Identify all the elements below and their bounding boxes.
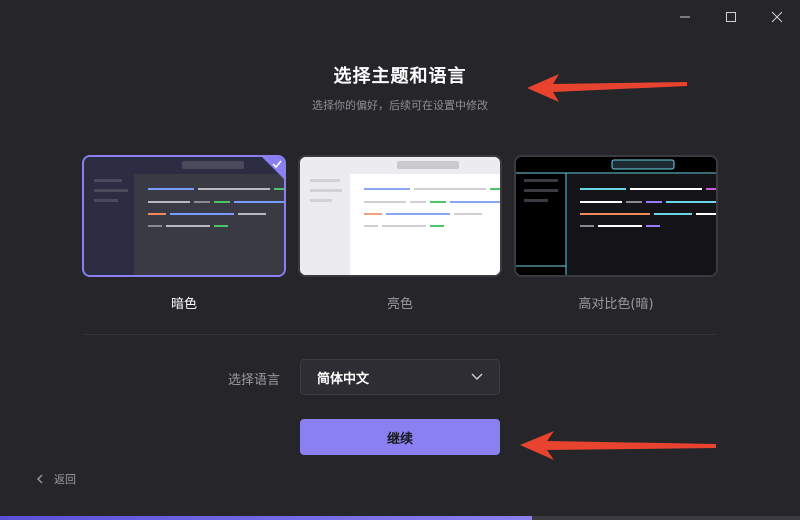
close-icon — [771, 11, 783, 23]
theme-preview-light — [298, 155, 502, 277]
language-label: 选择语言 — [228, 373, 281, 388]
high-contrast-preview-illustration — [516, 157, 716, 275]
minimize-icon — [680, 16, 690, 18]
close-button[interactable] — [754, 0, 800, 34]
theme-option-light[interactable]: 亮色 — [298, 155, 502, 312]
window-controls — [662, 0, 800, 34]
dark-preview-illustration — [84, 157, 284, 275]
chevron-left-icon — [37, 474, 43, 484]
minimize-button[interactable] — [662, 0, 708, 34]
annotation-arrow-icon — [520, 431, 716, 460]
theme-option-dark[interactable]: 暗色 — [82, 155, 286, 312]
light-preview-illustration — [300, 157, 500, 275]
back-label: 返回 — [54, 473, 76, 486]
page-title: 选择主题和语言 — [333, 66, 467, 87]
theme-picker: 暗色 亮色 高对比色(暗) — [82, 155, 718, 315]
language-select-value: 简体中文 — [317, 371, 370, 387]
selected-check-icon — [262, 157, 284, 179]
theme-preview-dark — [82, 155, 286, 277]
progress-bar — [0, 516, 800, 520]
divider — [84, 334, 716, 335]
language-select[interactable]: 简体中文 — [300, 359, 500, 395]
theme-label: 亮色 — [386, 297, 413, 312]
progress-fill — [0, 516, 532, 520]
theme-option-high-contrast-dark[interactable]: 高对比色(暗) — [514, 155, 718, 312]
maximize-button[interactable] — [708, 0, 754, 34]
maximize-icon — [726, 12, 736, 22]
theme-preview-high-contrast — [514, 155, 718, 277]
back-button[interactable]: 返回 — [36, 471, 76, 487]
continue-button[interactable]: 继续 — [300, 419, 500, 455]
chevron-down-icon — [471, 373, 483, 380]
theme-label: 高对比色(暗) — [578, 297, 654, 312]
theme-label: 暗色 — [170, 297, 197, 312]
page-subtitle: 选择你的偏好，后续可在设置中修改 — [312, 99, 488, 112]
